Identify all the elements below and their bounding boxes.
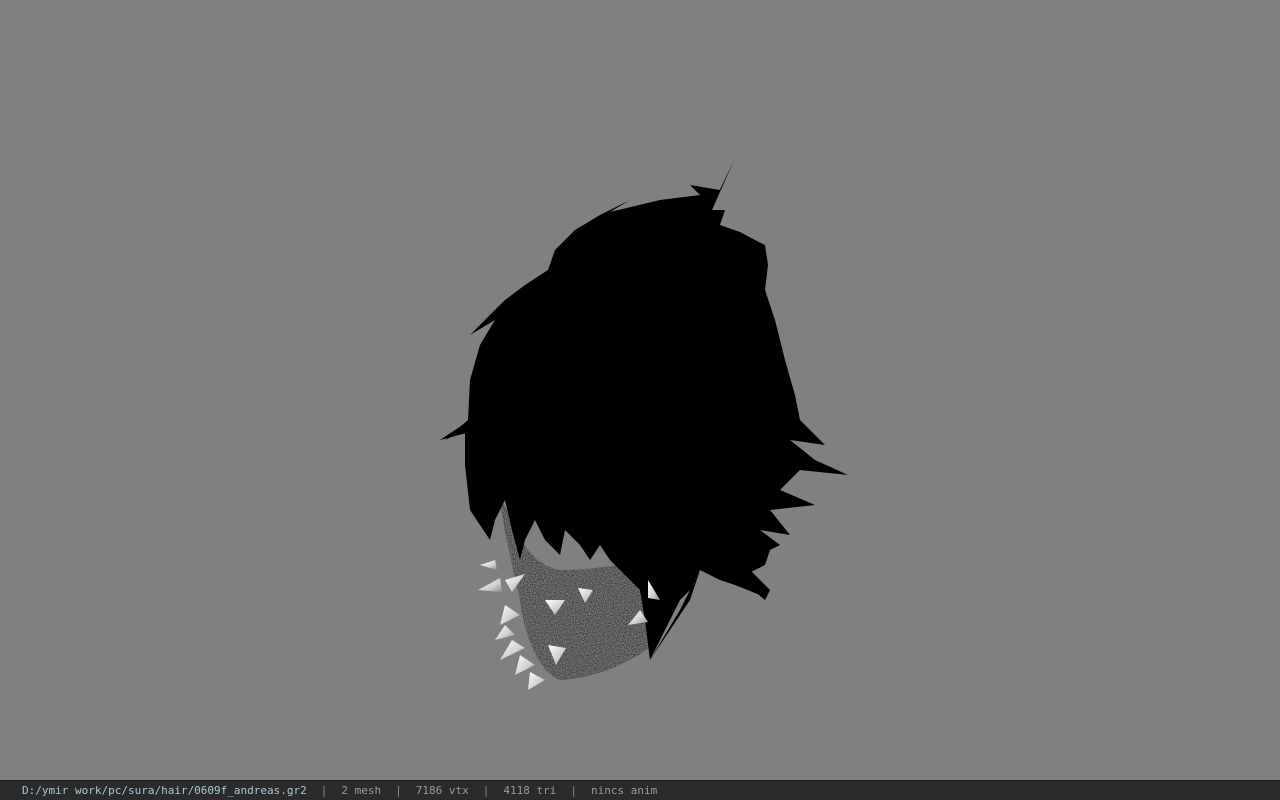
separator: |: [320, 784, 328, 797]
hair-model-render: [440, 158, 848, 690]
separator: |: [395, 784, 402, 797]
separator: |: [482, 784, 490, 797]
mesh-count: 2 mesh: [341, 784, 382, 797]
3d-viewport[interactable]: [0, 0, 1280, 780]
file-path: D:/ymir work/pc/sura/hair/0609f_andreas.…: [22, 784, 307, 797]
status-bar: D:/ymir work/pc/sura/hair/0609f_andreas.…: [0, 780, 1280, 800]
vertex-count: 7186 vtx: [415, 784, 469, 797]
anim-status: nincs anim: [591, 784, 658, 797]
hair-shape: [445, 158, 848, 660]
separator: |: [570, 784, 577, 797]
triangle-count: 4118 tri: [503, 784, 557, 797]
